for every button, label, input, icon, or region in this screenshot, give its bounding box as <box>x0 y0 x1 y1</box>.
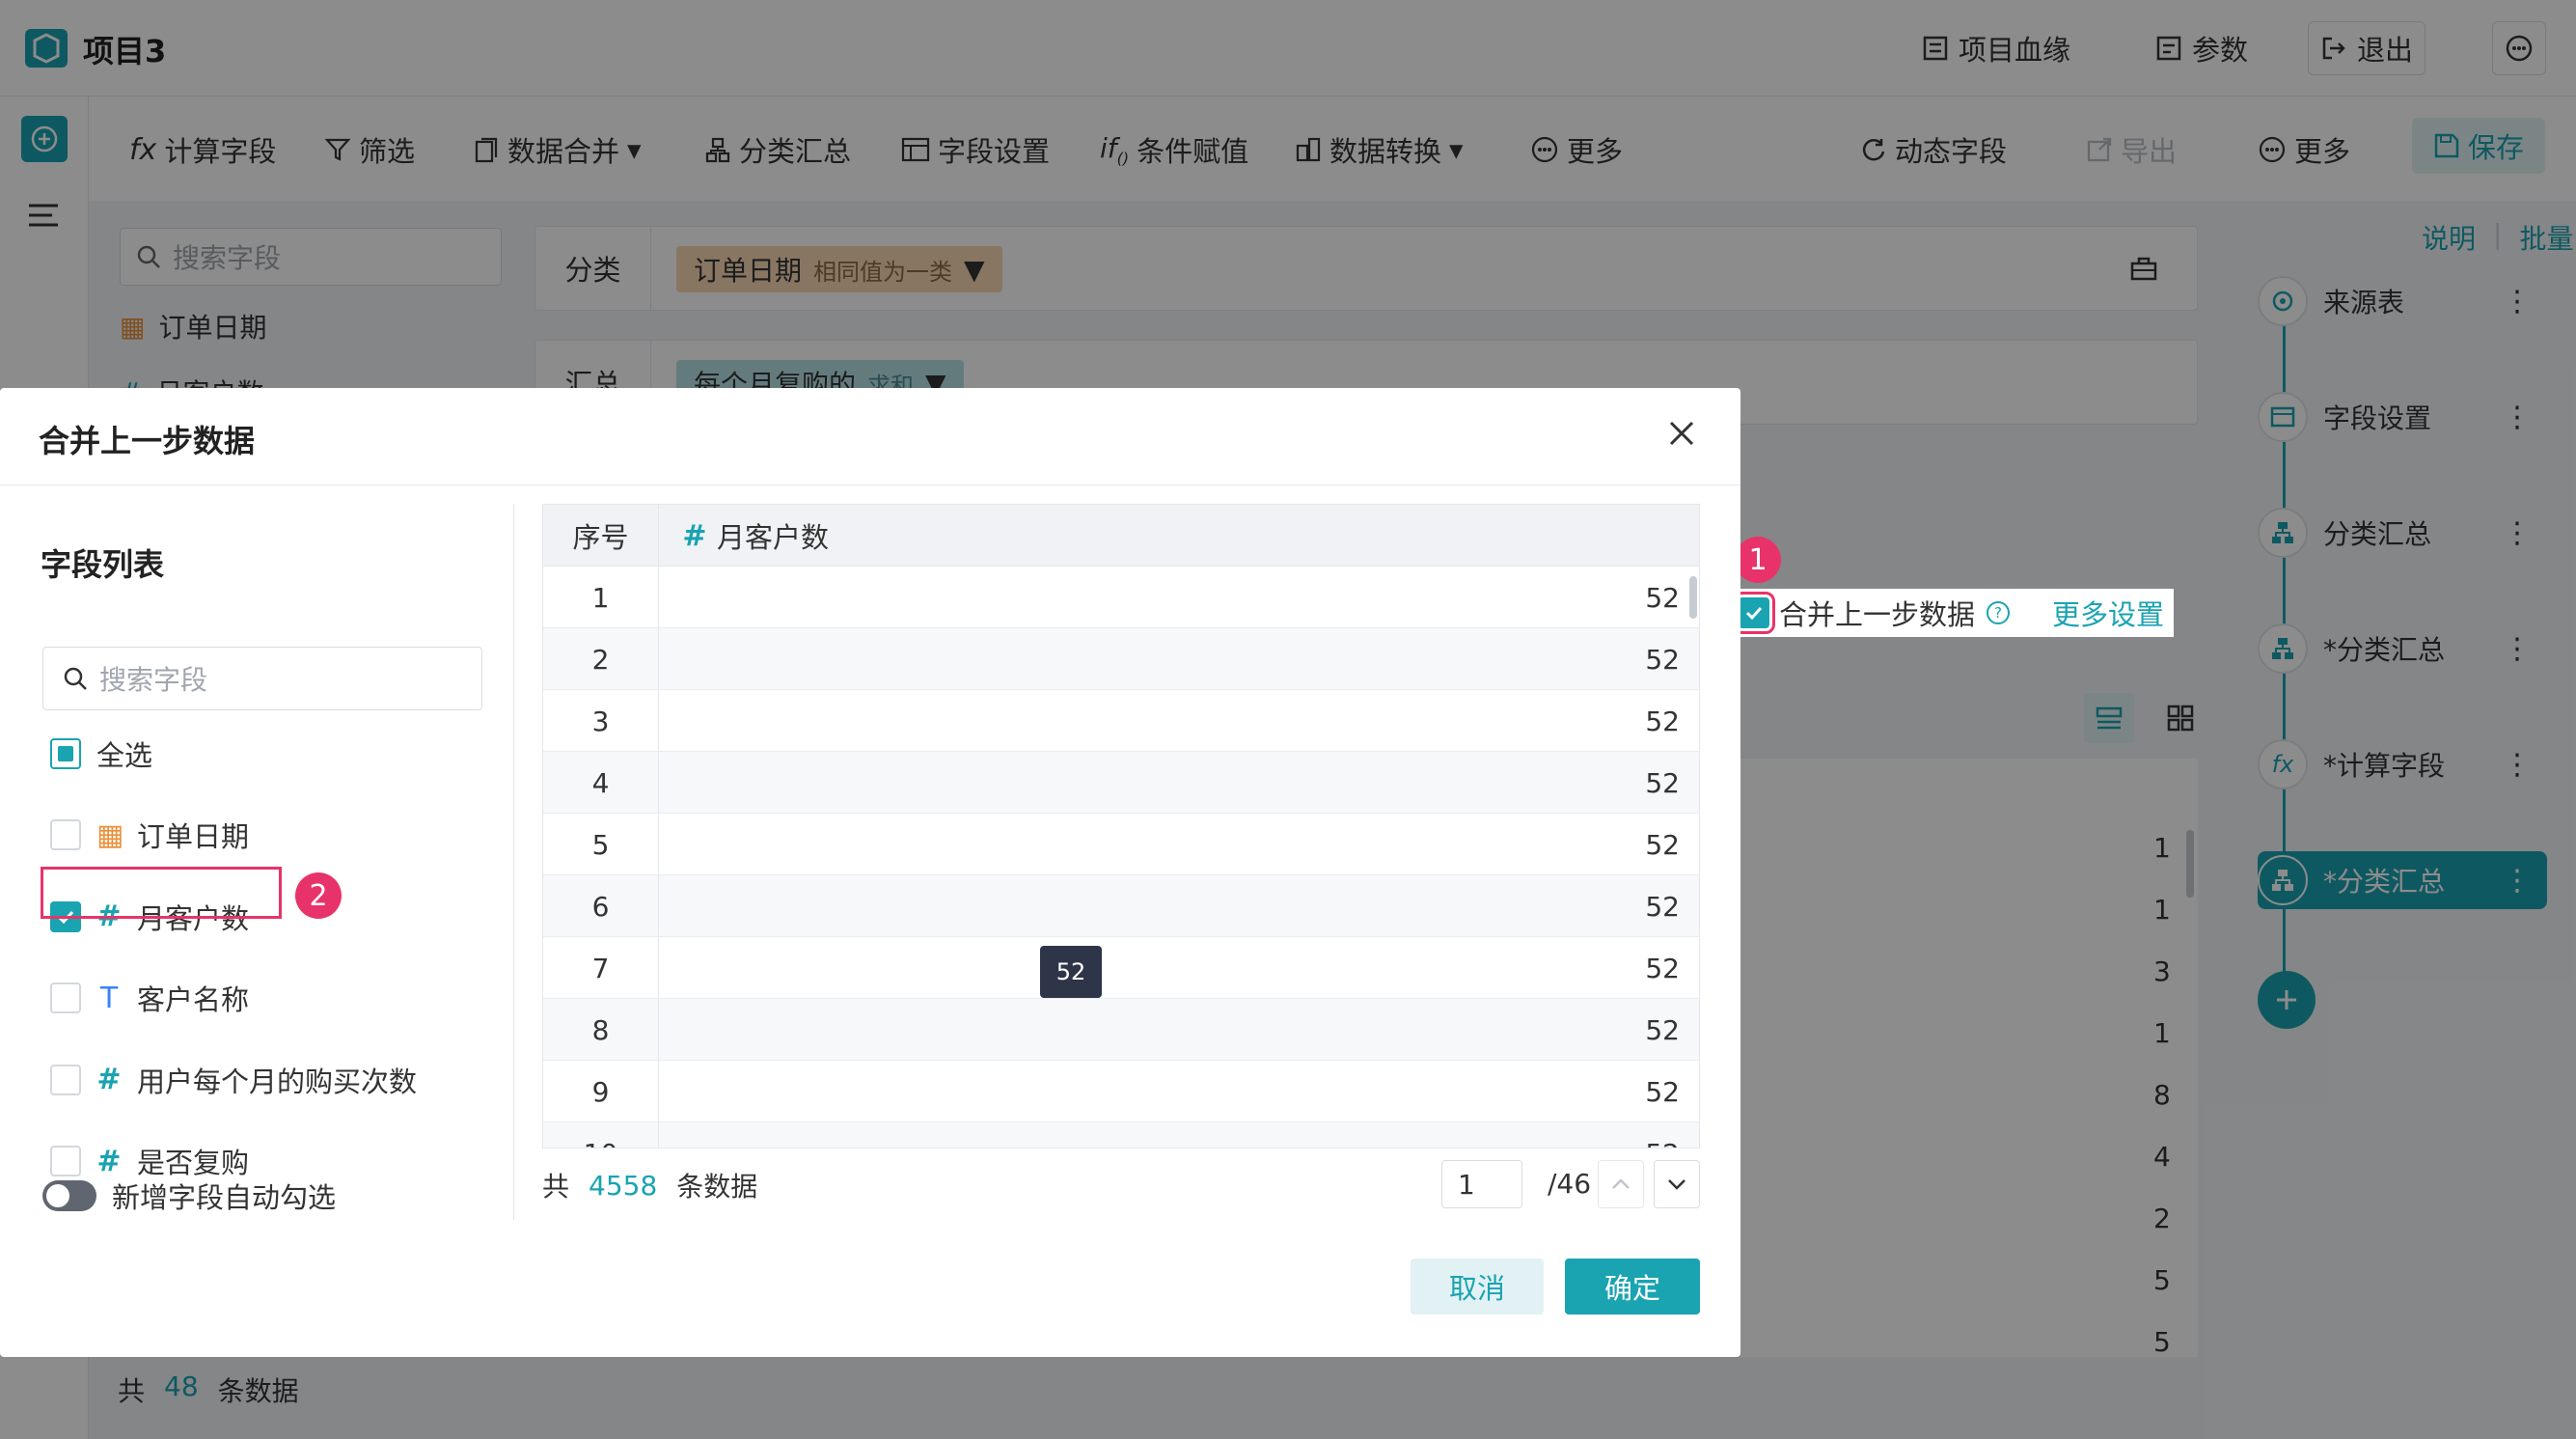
fields-search-placeholder: 搜索字段 <box>99 664 208 696</box>
dialog-column-divider <box>513 504 514 1220</box>
preview-grid: 序号 # 月客户数 1 52 2 52 3 52 4 52 5 52 6 52 7 52 8 52 9 52 10 5… <box>542 504 1700 1148</box>
field-highlight-box <box>41 867 282 919</box>
search-icon <box>63 666 88 691</box>
grid-row-value: 52 <box>1645 581 1680 614</box>
field-label: 客户名称 <box>137 983 250 1016</box>
merge-previous-option[interactable]: 合并上一步数据 ? 更多设置 <box>1733 589 2175 637</box>
step-badge-2: 2 <box>295 872 342 919</box>
grid-row-value: 52 <box>1645 1122 1680 1148</box>
dialog-divider <box>0 484 1740 485</box>
step-badge-1: 1 <box>1735 537 1781 583</box>
grid-row-index: 9 <box>543 1061 659 1122</box>
help-icon[interactable]: ? <box>1985 599 2012 626</box>
auto-select-toggle[interactable] <box>42 1180 96 1211</box>
field-list-item[interactable]: T 客户名称 <box>50 974 249 1022</box>
auto-select-label: 新增字段自动勾选 <box>112 1181 337 1214</box>
grid-row-index: 8 <box>543 999 659 1061</box>
grid-header: 序号 # 月客户数 <box>543 505 1699 567</box>
auto-select-row: 新增字段自动勾选 <box>42 1176 336 1216</box>
confirm-button[interactable]: 确定 <box>1565 1259 1700 1314</box>
number-field-icon: # <box>96 1144 122 1178</box>
grid-count-value: 4558 <box>589 1169 658 1202</box>
grid-row-index: 5 <box>543 814 659 875</box>
select-all-checkbox[interactable] <box>50 738 81 769</box>
number-field-icon: # <box>96 1063 122 1096</box>
grid-header-column[interactable]: # 月客户数 <box>659 505 829 567</box>
grid-record-count: 共 4558 条数据 <box>542 1166 757 1204</box>
grid-row-value: 52 <box>1645 828 1680 861</box>
fields-list-title: 字段列表 <box>41 546 165 583</box>
grid-row[interactable]: 9 52 <box>543 1061 1699 1122</box>
merge-previous-label: 合并上一步数据 <box>1779 598 1976 631</box>
more-settings-link[interactable]: 更多设置 <box>2052 593 2164 633</box>
number-field-icon: # <box>682 518 707 553</box>
merge-previous-checkbox[interactable] <box>1733 592 1775 634</box>
grid-row-value: 52 <box>1645 952 1680 984</box>
field-list-item[interactable]: ▦ 订单日期 <box>50 811 249 859</box>
grid-row-index: 3 <box>543 690 659 752</box>
grid-row-index: 7 <box>543 937 659 999</box>
grid-row[interactable]: 7 52 <box>543 937 1699 999</box>
page-total: /46 <box>1548 1168 1592 1200</box>
grid-row-index: 6 <box>543 875 659 937</box>
grid-row-value: 52 <box>1645 643 1680 676</box>
page-next-button[interactable] <box>1654 1160 1700 1208</box>
field-checkbox[interactable] <box>50 1146 81 1176</box>
page-prev-button[interactable] <box>1598 1160 1644 1208</box>
grid-row[interactable]: 6 52 <box>543 875 1699 937</box>
field-label: 订单日期 <box>137 820 250 853</box>
page-number-input[interactable]: 1 <box>1441 1160 1522 1208</box>
dialog-title: 合并上一步数据 <box>39 423 256 459</box>
grid-row-value: 52 <box>1645 705 1680 737</box>
grid-row-index: 10 <box>543 1122 659 1148</box>
grid-row-index: 4 <box>543 752 659 814</box>
grid-row-value: 52 <box>1645 890 1680 923</box>
field-checkbox[interactable] <box>50 819 81 850</box>
field-checkbox[interactable] <box>50 1064 81 1095</box>
field-list-item[interactable]: # 用户每个月的购买次数 <box>50 1056 417 1104</box>
grid-row[interactable]: 5 52 <box>543 814 1699 875</box>
grid-row[interactable]: 10 52 <box>543 1122 1699 1148</box>
grid-row-index: 2 <box>543 628 659 690</box>
chevron-up-icon <box>1609 1173 1632 1196</box>
cell-tooltip: 52 <box>1040 946 1102 998</box>
grid-row[interactable]: 2 52 <box>543 628 1699 690</box>
cancel-button[interactable]: 取消 <box>1411 1259 1544 1314</box>
grid-row[interactable]: 8 52 <box>543 999 1699 1061</box>
grid-count-prefix: 共 <box>542 1171 570 1203</box>
grid-row-value: 52 <box>1645 766 1680 799</box>
date-field-icon: ▦ <box>96 817 124 852</box>
select-all-item[interactable]: 全选 <box>50 730 152 778</box>
close-icon[interactable] <box>1667 419 1696 448</box>
chevron-down-icon <box>1665 1173 1688 1196</box>
field-label: 用户每个月的购买次数 <box>137 1065 418 1098</box>
grid-row[interactable]: 4 52 <box>543 752 1699 814</box>
grid-count-suffix: 条数据 <box>676 1171 758 1203</box>
grid-header-index: 序号 <box>543 505 659 567</box>
grid-row-value: 52 <box>1645 1075 1680 1108</box>
fields-search-input[interactable]: 搜索字段 <box>42 647 482 710</box>
field-checkbox[interactable] <box>50 982 81 1013</box>
grid-scrollbar[interactable] <box>1689 576 1697 619</box>
grid-header-column-label: 月客户数 <box>717 521 830 554</box>
select-all-label: 全选 <box>96 739 153 772</box>
grid-row-index: 1 <box>543 567 659 628</box>
grid-row[interactable]: 3 52 <box>543 690 1699 752</box>
svg-text:?: ? <box>1994 604 2002 622</box>
grid-row-value: 52 <box>1645 1013 1680 1046</box>
grid-row[interactable]: 1 52 <box>543 567 1699 628</box>
text-field-icon: T <box>99 981 119 1015</box>
